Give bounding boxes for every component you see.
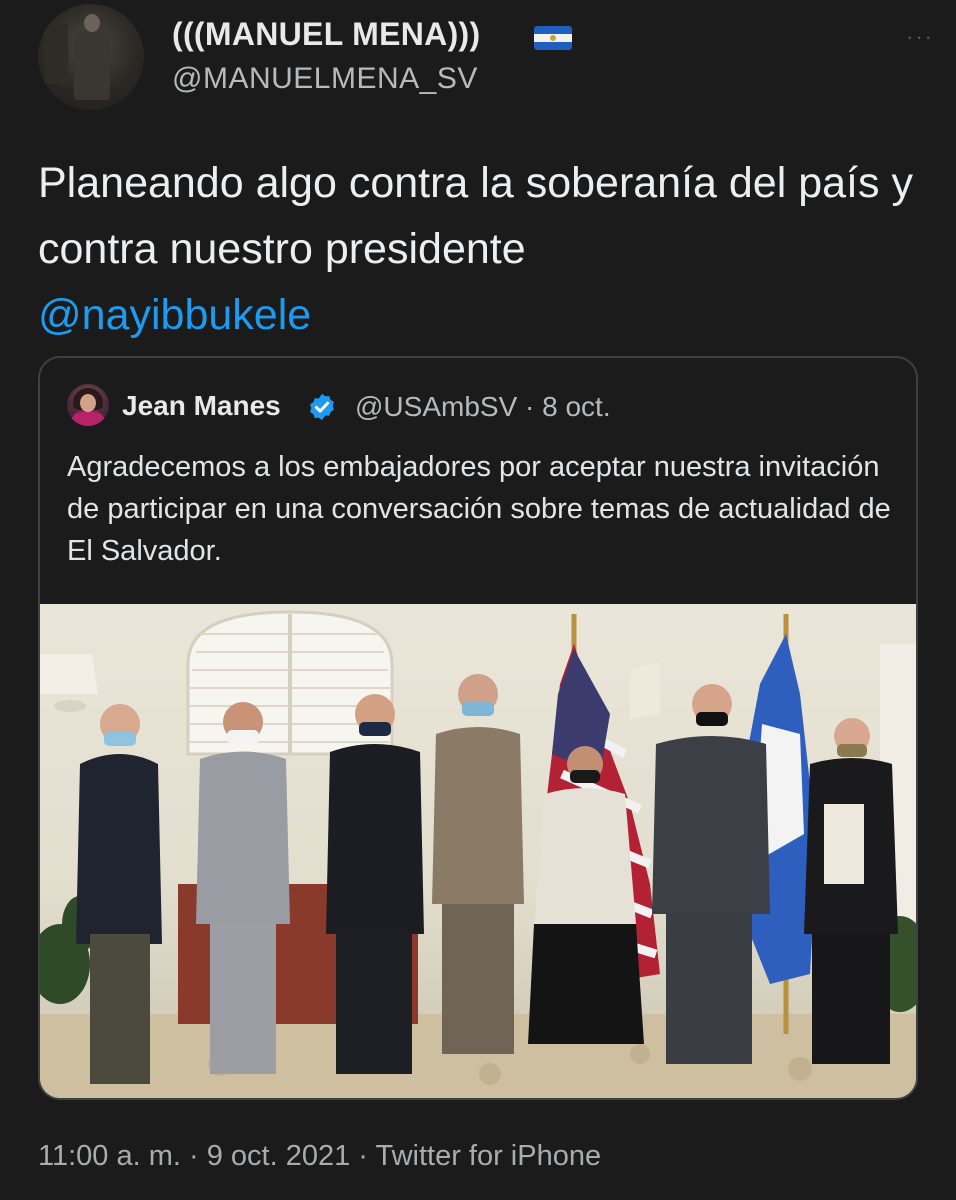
author-display-name[interactable]: (((MANUEL MENA))): [172, 16, 480, 53]
verified-badge-icon: [310, 393, 334, 421]
quoted-author-name[interactable]: Jean Manes: [122, 390, 281, 422]
quoted-tweet-text: Agradecemos a los embajadores por acepta…: [67, 451, 891, 567]
tweet-body: Planeando algo contra la soberanía del p…: [38, 159, 913, 273]
group-photo-illustration: [40, 610, 916, 1098]
tweet-timestamp-source[interactable]: 11:00 a. m. · 9 oct. 2021 · Twitter for …: [38, 1140, 601, 1173]
quoted-handle-date[interactable]: @USAmbSV · 8 oct.: [355, 391, 611, 423]
tweet-text: Planeando algo contra la soberanía del p…: [38, 150, 938, 348]
el-salvador-flag-icon: [534, 26, 572, 50]
quoted-author-avatar[interactable]: [67, 384, 109, 426]
more-options-icon[interactable]: ···: [906, 24, 934, 50]
author-avatar[interactable]: [38, 4, 144, 110]
mention-link[interactable]: @nayibbukele: [38, 291, 311, 339]
tweet-header: (((MANUEL MENA))) @MANUELMENA_SV ···: [38, 4, 938, 112]
quoted-tweet-photo[interactable]: [40, 604, 916, 1098]
quoted-tweet-card[interactable]: Jean Manes @USAmbSV · 8 oct. Agradecemos…: [38, 356, 918, 1100]
author-handle[interactable]: @MANUELMENA_SV: [172, 62, 478, 96]
